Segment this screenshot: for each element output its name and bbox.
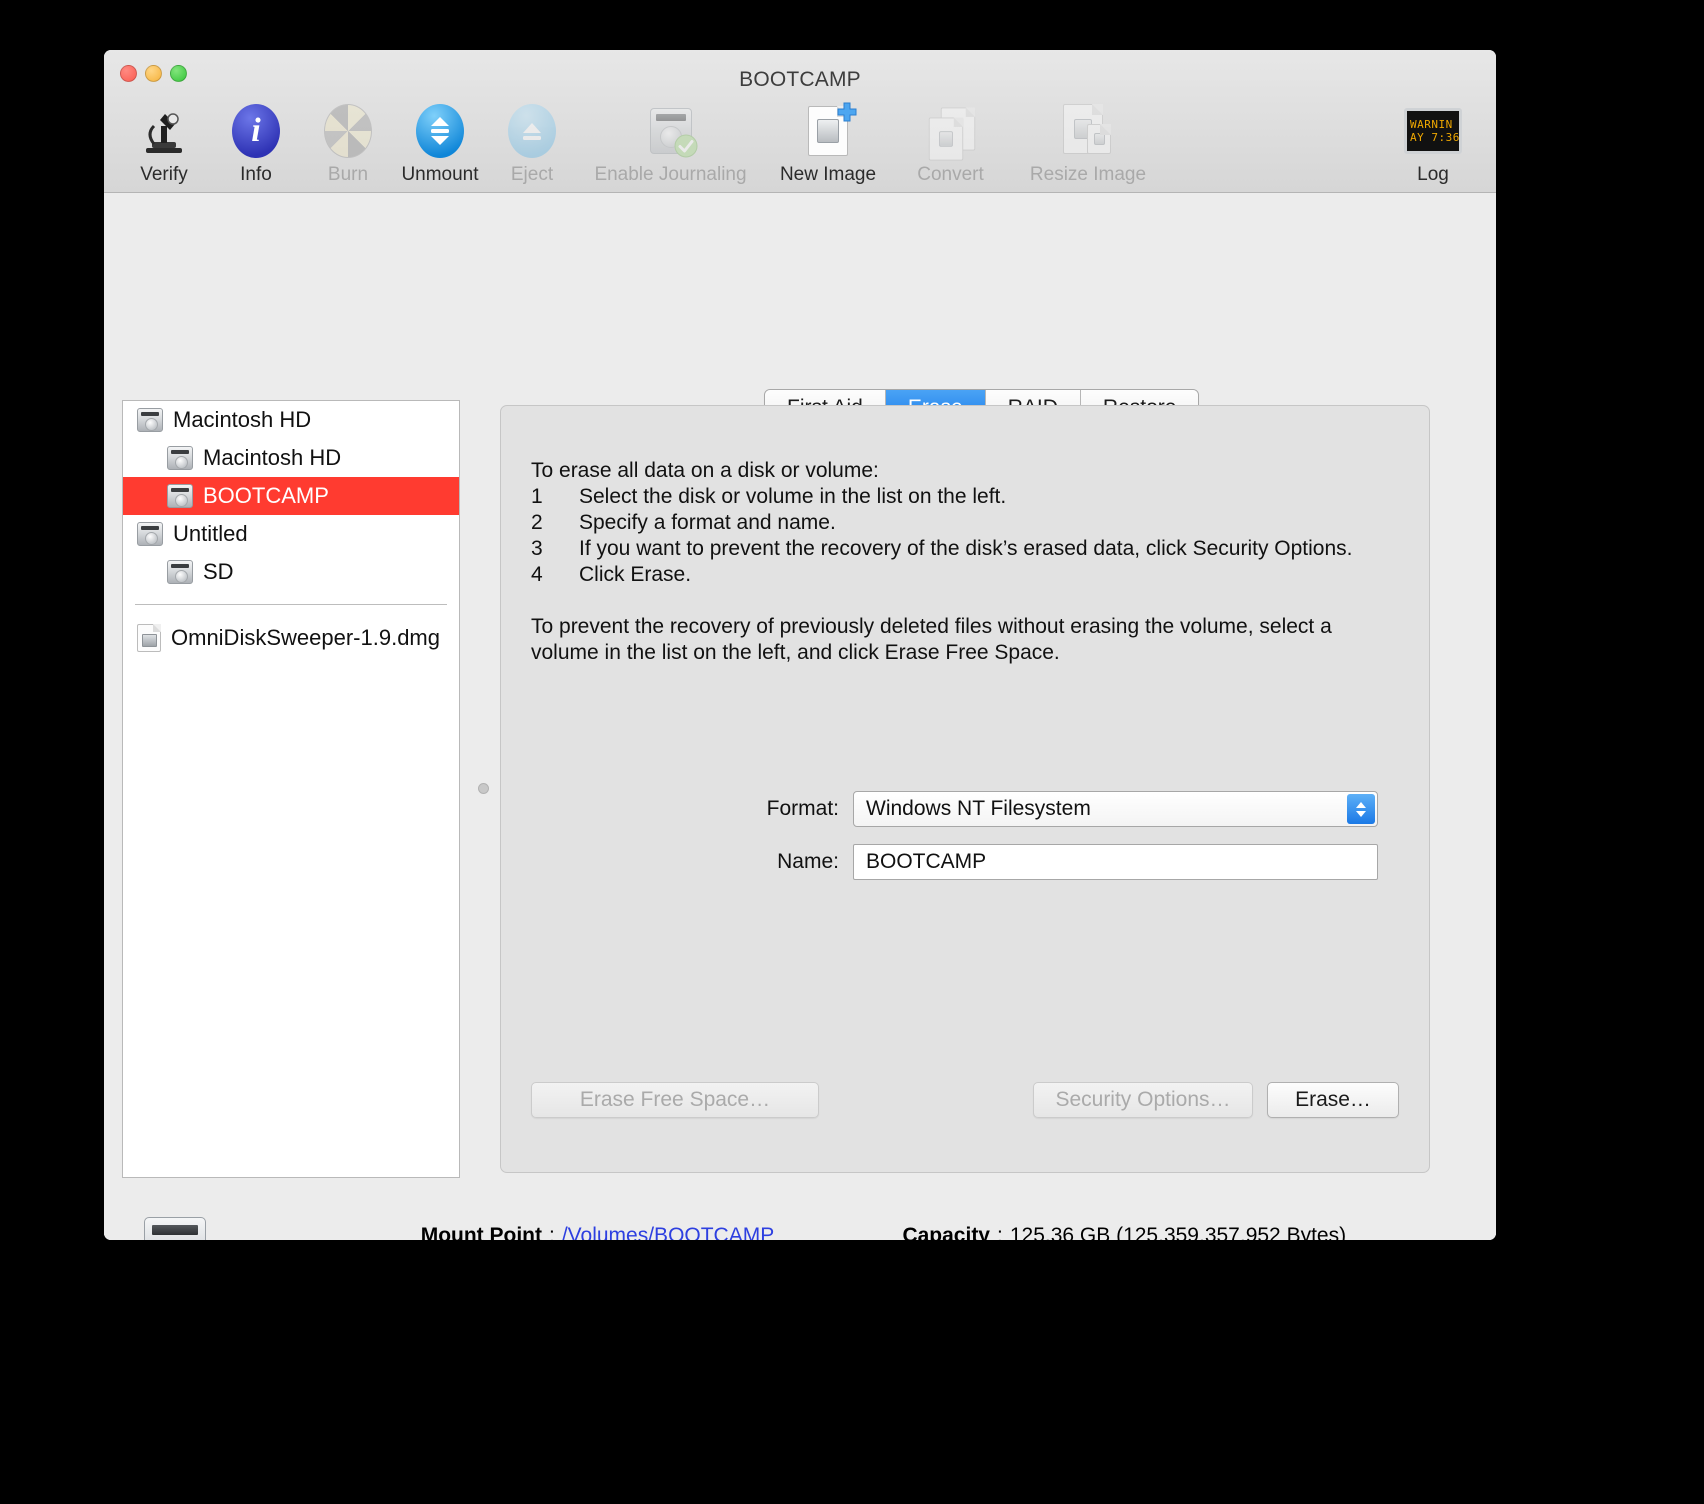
instruction-step: 3 If you want to prevent the recovery of… <box>531 536 1399 562</box>
step-text: Click Erase. <box>579 563 692 586</box>
toolbar-label-new-image: New Image <box>779 164 877 185</box>
erase-form: Format: Windows NT Filesystem Name: BOOT… <box>501 791 1429 897</box>
chevron-updown-icon[interactable] <box>1347 794 1375 824</box>
toolbar-label-enable-journaling: Enable Journaling <box>594 164 747 185</box>
erase-actions: Erase Free Space… Security Options… Eras… <box>531 1082 1399 1118</box>
sidebar-item-macintosh-hd-disk[interactable]: Macintosh HD <box>123 401 459 439</box>
sidebar-item-omnidisksweeper-dmg[interactable]: OmniDiskSweeper-1.9.dmg <box>123 619 459 657</box>
log-led-line-2: AY 7:36 <box>1410 131 1460 144</box>
sidebar-item-label: Macintosh HD <box>203 445 342 470</box>
toolbar-label-resize-image: Resize Image <box>1029 164 1147 185</box>
volume-info-panel: ? Mount Point : /Volumes/BOOTCAMP Format… <box>104 1193 1496 1240</box>
name-row: Name: BOOTCAMP <box>501 844 1429 880</box>
info-key: Capacity <box>902 1224 990 1240</box>
erase-button[interactable]: Erase… <box>1267 1082 1399 1118</box>
info-separator: : <box>549 1224 555 1240</box>
step-text: If you want to prevent the recovery of t… <box>579 537 1353 560</box>
sidebar-item-sd[interactable]: SD <box>123 553 459 591</box>
microscope-icon <box>137 104 191 158</box>
sidebar-item-bootcamp[interactable]: BOOTCAMP <box>123 477 459 515</box>
info-column-left: Mount Point : /Volumes/BOOTCAMP Format :… <box>234 1223 787 1240</box>
sidebar-item-label: Macintosh HD <box>173 407 312 432</box>
disk-utility-window: BOOTCAMP Verify i Info Burn Unmount Ejec… <box>104 50 1496 1240</box>
disk-icon <box>137 408 163 432</box>
erase-instructions: To erase all data on a disk or volume: 1… <box>531 458 1399 666</box>
toolbar-item-enable-journaling: Enable Journaling <box>578 98 763 186</box>
info-key: Mount Point <box>420 1224 542 1240</box>
split-resize-handle[interactable] <box>478 783 489 794</box>
log-led-line-1: WARNIN <box>1410 118 1453 131</box>
eject-icon <box>505 104 559 158</box>
name-input[interactable]: BOOTCAMP <box>853 844 1378 880</box>
step-number: 1 <box>531 485 543 508</box>
toolbar-item-burn: Burn <box>302 98 394 186</box>
instruction-step: 1 Select the disk or volume in the list … <box>531 484 1399 510</box>
unmount-icon <box>413 104 467 158</box>
sidebar-item-label: SD <box>203 559 234 584</box>
sidebar-item-label: BOOTCAMP <box>203 483 329 508</box>
format-selected-value: Windows NT Filesystem <box>866 797 1091 820</box>
instruction-step: 4 Click Erase. <box>531 562 1399 588</box>
toolbar-label-burn: Burn <box>327 164 369 185</box>
erase-free-space-note: To prevent the recovery of previously de… <box>531 615 1332 664</box>
toolbar-label-unmount: Unmount <box>401 164 479 185</box>
step-text: Specify a format and name. <box>579 511 836 534</box>
toolbar-label-log: Log <box>1417 164 1449 185</box>
convert-icon <box>924 104 978 161</box>
toolbar-item-log[interactable]: WARNIN AY 7:36 Log <box>1378 98 1488 186</box>
step-number: 3 <box>531 537 543 560</box>
volume-icon <box>167 560 193 584</box>
sidebar-item-label: OmniDiskSweeper-1.9.dmg <box>171 625 440 650</box>
enable-journaling-icon <box>644 104 698 158</box>
sidebar-item-label: Untitled <box>173 521 248 546</box>
erase-panel: To erase all data on a disk or volume: 1… <box>500 405 1430 1173</box>
erase-free-space-button[interactable]: Erase Free Space… <box>531 1082 819 1118</box>
toolbar-label-verify: Verify <box>140 164 188 185</box>
disk-icon <box>137 522 163 546</box>
instructions-intro: To erase all data on a disk or volume: <box>531 459 879 482</box>
step-number: 4 <box>531 563 543 586</box>
format-label: Format: <box>766 797 839 820</box>
info-row-capacity: Capacity : 125.36 GB (125,359,357,952 By… <box>720 1223 1346 1240</box>
step-number: 2 <box>531 511 543 534</box>
toolbar-label-info: Info <box>240 164 272 185</box>
info-separator: : <box>997 1224 1003 1240</box>
log-marquee-icon: WARNIN AY 7:36 <box>1401 104 1465 158</box>
toolbar-item-unmount[interactable]: Unmount <box>394 98 486 186</box>
info-icon: i <box>229 104 283 158</box>
toolbar-item-new-image[interactable]: New Image <box>763 98 893 186</box>
toolbar-label-convert: Convert <box>917 164 984 185</box>
toolbar-item-resize-image: Resize Image <box>1008 98 1168 186</box>
step-text: Select the disk or volume in the list on… <box>579 485 1007 508</box>
volume-icon <box>167 446 193 470</box>
disk-image-icon <box>137 624 161 652</box>
format-select[interactable]: Windows NT Filesystem <box>853 791 1378 827</box>
volume-icon <box>167 484 193 508</box>
instruction-step: 2 Specify a format and name. <box>531 510 1399 536</box>
window-titlebar: BOOTCAMP Verify i Info Burn Unmount Ejec… <box>104 50 1496 193</box>
toolbar-item-eject: Eject <box>486 98 578 186</box>
sidebar-item-untitled-disk[interactable]: Untitled <box>123 515 459 553</box>
name-label: Name: <box>777 850 839 873</box>
info-column-right: Capacity : 125.36 GB (125,359,357,952 By… <box>720 1223 1346 1240</box>
window-body: Macintosh HD Macintosh HD BOOTCAMP Untit… <box>104 193 1496 1240</box>
info-value: 125.36 GB (125,359,357,952 Bytes) <box>1009 1224 1347 1240</box>
format-row: Format: Windows NT Filesystem <box>501 791 1429 827</box>
volume-icon-large <box>144 1217 206 1240</box>
disk-list-sidebar[interactable]: Macintosh HD Macintosh HD BOOTCAMP Untit… <box>122 400 460 1178</box>
toolbar: Verify i Info Burn Unmount Eject Enable … <box>104 98 1496 193</box>
toolbar-item-verify[interactable]: Verify <box>118 98 210 186</box>
sidebar-item-macintosh-hd-volume[interactable]: Macintosh HD <box>123 439 459 477</box>
sidebar-divider <box>135 604 447 605</box>
toolbar-label-eject: Eject <box>510 164 554 185</box>
toolbar-item-convert: Convert <box>893 98 1008 186</box>
toolbar-item-info[interactable]: i Info <box>210 98 302 186</box>
window-title: BOOTCAMP <box>739 68 861 91</box>
resize-image-icon <box>1061 104 1115 158</box>
info-row-mount-point: Mount Point : /Volumes/BOOTCAMP <box>234 1223 787 1240</box>
security-options-button[interactable]: Security Options… <box>1033 1082 1253 1118</box>
new-image-icon <box>801 102 857 158</box>
burn-icon <box>321 104 375 158</box>
